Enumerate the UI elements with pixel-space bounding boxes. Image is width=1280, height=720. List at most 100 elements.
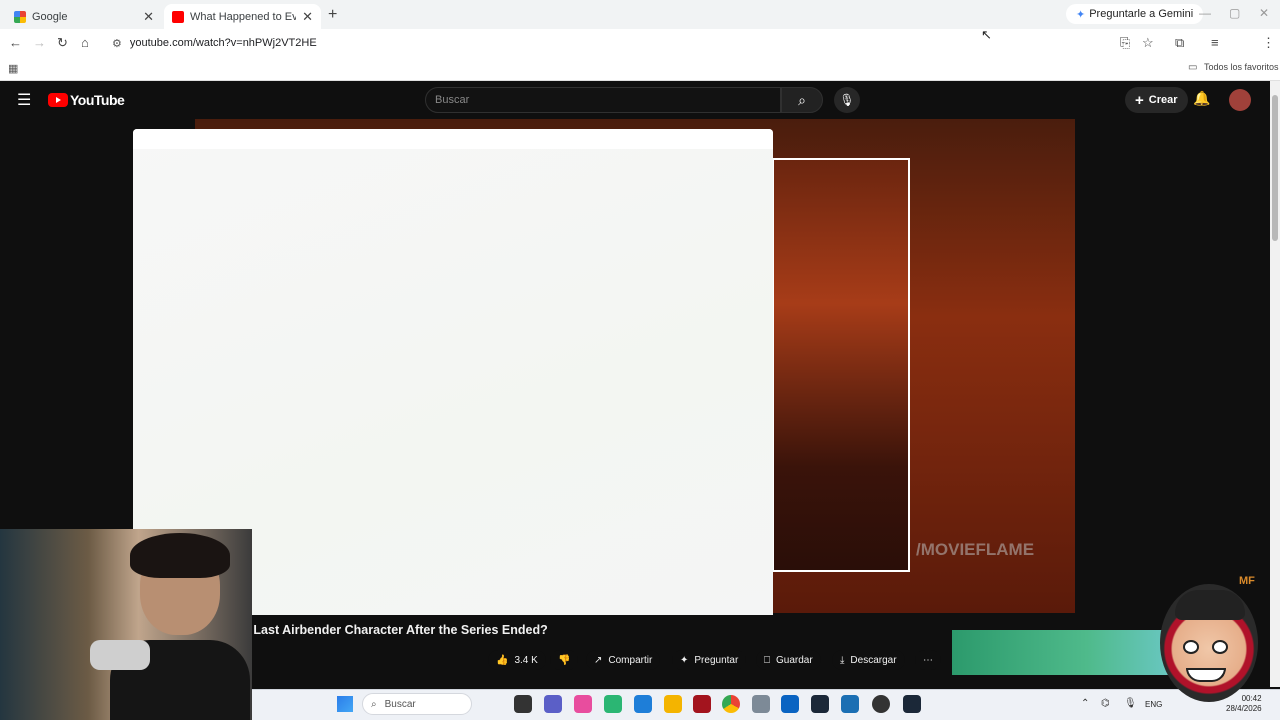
forward-icon[interactable]: → xyxy=(33,35,46,50)
like-button[interactable]: 👍 3.4 K xyxy=(488,650,546,670)
reading-list-icon[interactable]: ≡ xyxy=(1211,35,1219,50)
share-icon: ↗ xyxy=(594,654,603,666)
video-title: e Last Airbender Character After the Ser… xyxy=(243,623,548,637)
extensions-icon[interactable]: ⧉ xyxy=(1175,35,1184,51)
plus-icon: + xyxy=(1135,91,1144,109)
task-view-icon[interactable] xyxy=(514,695,532,713)
folder-icon: ▭ xyxy=(1188,62,1198,73)
taskbar-search[interactable]: ⌕ Buscar xyxy=(362,693,472,715)
app-green-icon[interactable] xyxy=(604,695,622,713)
app-red-icon[interactable] xyxy=(693,695,711,713)
download-label: Descargar xyxy=(850,654,897,666)
network-icon[interactable]: ⌬ xyxy=(1101,698,1110,709)
thumbs-down-icon: 👎 xyxy=(558,654,571,666)
search-icon: ⌕ xyxy=(798,91,806,108)
video-frame-card xyxy=(772,158,910,572)
camera-icon[interactable] xyxy=(752,695,770,713)
obs-icon[interactable] xyxy=(872,695,890,713)
youtube-icon xyxy=(172,10,184,23)
gemini-icon: ✦ xyxy=(1076,8,1086,21)
share-button[interactable]: ↗ Compartir xyxy=(586,650,661,670)
google-icon xyxy=(14,10,26,23)
channel-logo-small: MF xyxy=(1239,575,1255,587)
address-bar[interactable]: ⚙ youtube.com/watch?v=nhPWj2VT2HE xyxy=(112,33,1112,53)
create-label: Crear xyxy=(1148,94,1178,106)
clock-date: 28/4/2026 xyxy=(1226,704,1262,713)
url-text: youtube.com/watch?v=nhPWj2VT2HE xyxy=(129,37,317,49)
search-button[interactable]: ⌕ xyxy=(781,87,823,113)
tray-chevron-icon[interactable]: ⌃ xyxy=(1081,698,1089,709)
more-actions-button[interactable]: ⋯ xyxy=(915,650,941,670)
reload-icon[interactable]: ↻ xyxy=(57,35,68,51)
search-input[interactable]: Buscar xyxy=(425,87,781,113)
dislike-button[interactable]: 👎 xyxy=(550,650,579,670)
steam-icon[interactable] xyxy=(811,695,829,713)
back-icon[interactable]: ← xyxy=(9,35,22,50)
start-menu-icon[interactable] xyxy=(337,696,353,712)
bookmarks-bar: ▦ ▭ Todos los favoritos xyxy=(0,57,1280,81)
close-tab-icon[interactable]: ✕ xyxy=(143,9,154,25)
chrome-icon[interactable] xyxy=(722,695,740,713)
outlook-icon[interactable] xyxy=(781,695,799,713)
thumbs-up-icon: 👍 xyxy=(496,654,509,666)
apps-grid-icon[interactable]: ▦ xyxy=(8,62,18,75)
taskbar-clock[interactable]: 00:42 28/4/2026 xyxy=(1226,694,1262,714)
tab-google[interactable]: Google ✕ xyxy=(6,4,162,29)
avatar-hair xyxy=(1175,590,1245,620)
bookmark-star-icon[interactable]: ☆ xyxy=(1142,35,1154,51)
tab-title: What Happened to Every Avata xyxy=(190,10,297,23)
overlay-header-bar xyxy=(133,129,773,149)
maximize-icon[interactable]: ▢ xyxy=(1229,6,1240,20)
youtube-header: ☰ YouTube Buscar ⌕ 🎙 + Crear 🔔 xyxy=(0,81,1270,119)
youtube-logo[interactable]: YouTube xyxy=(48,92,125,108)
gemini-label: Preguntarle a Gemini xyxy=(1089,8,1194,20)
share-label: Compartir xyxy=(608,654,653,666)
new-tab-button[interactable]: + xyxy=(328,6,337,24)
minimize-icon[interactable]: — xyxy=(1199,6,1211,20)
tab-title: Google xyxy=(32,10,68,23)
teams-icon[interactable] xyxy=(544,695,562,713)
hamburger-menu-icon[interactable]: ☰ xyxy=(17,90,31,110)
notifications-bell-icon[interactable]: 🔔 xyxy=(1193,90,1210,107)
download-icon: ⤓ xyxy=(840,654,845,666)
language-indicator[interactable]: ENG xyxy=(1145,700,1162,709)
steam-2-icon[interactable] xyxy=(903,695,921,713)
download-button[interactable]: ⤓ Descargar xyxy=(832,650,905,670)
taskbar-search-label: Buscar xyxy=(384,698,416,710)
avatar-eye-left xyxy=(1183,640,1199,654)
close-tab-icon[interactable]: ✕ xyxy=(302,9,313,25)
edge-icon[interactable] xyxy=(634,695,652,713)
copilot-icon[interactable] xyxy=(574,695,592,713)
browser-tab-strip: Google ✕ What Happened to Every Avata ✕ … xyxy=(0,0,1280,29)
save-button[interactable]: ⎕ Guardar xyxy=(756,650,821,670)
search-icon: ⌕ xyxy=(371,698,377,710)
store-icon[interactable] xyxy=(841,695,859,713)
scrollbar-thumb[interactable] xyxy=(1272,95,1278,241)
channel-watermark: /MOVIEFLAME xyxy=(916,540,1035,559)
install-app-icon[interactable]: ⎘ xyxy=(1120,35,1130,51)
ask-button[interactable]: ✦ Preguntar xyxy=(672,650,747,670)
logo-text: YouTube xyxy=(70,92,125,108)
voice-search-button[interactable]: 🎙 xyxy=(834,87,860,113)
all-bookmarks-link[interactable]: Todos los favoritos xyxy=(1204,62,1279,72)
create-button[interactable]: + Crear xyxy=(1125,87,1188,113)
youtube-play-icon xyxy=(48,93,68,107)
mic-tray-icon[interactable]: 🎙 xyxy=(1124,698,1137,709)
bookmark-icon: ⎕ xyxy=(764,654,770,666)
account-avatar[interactable] xyxy=(1229,89,1251,111)
menu-dots-icon[interactable]: ⋮ xyxy=(1262,35,1275,51)
site-info-icon[interactable]: ⚙ xyxy=(112,37,122,50)
microphone-icon: 🎙 xyxy=(839,93,855,107)
ask-label: Preguntar xyxy=(694,654,739,666)
home-icon[interactable]: ⌂ xyxy=(81,35,89,50)
avatar-eye-right xyxy=(1212,640,1228,654)
microphone-prop xyxy=(90,640,150,670)
gemini-button[interactable]: ✦ Preguntarle a Gemini xyxy=(1066,4,1204,24)
webcam-person-hair xyxy=(130,533,230,578)
like-count: 3.4 K xyxy=(514,654,538,666)
close-window-icon[interactable]: ✕ xyxy=(1259,6,1269,20)
sparkle-icon: ✦ xyxy=(680,654,689,666)
file-explorer-icon[interactable] xyxy=(664,695,682,713)
browser-toolbar: ← → ↻ ⌂ ⚙ youtube.com/watch?v=nhPWj2VT2H… xyxy=(0,29,1280,78)
tab-youtube[interactable]: What Happened to Every Avata ✕ xyxy=(164,4,321,29)
